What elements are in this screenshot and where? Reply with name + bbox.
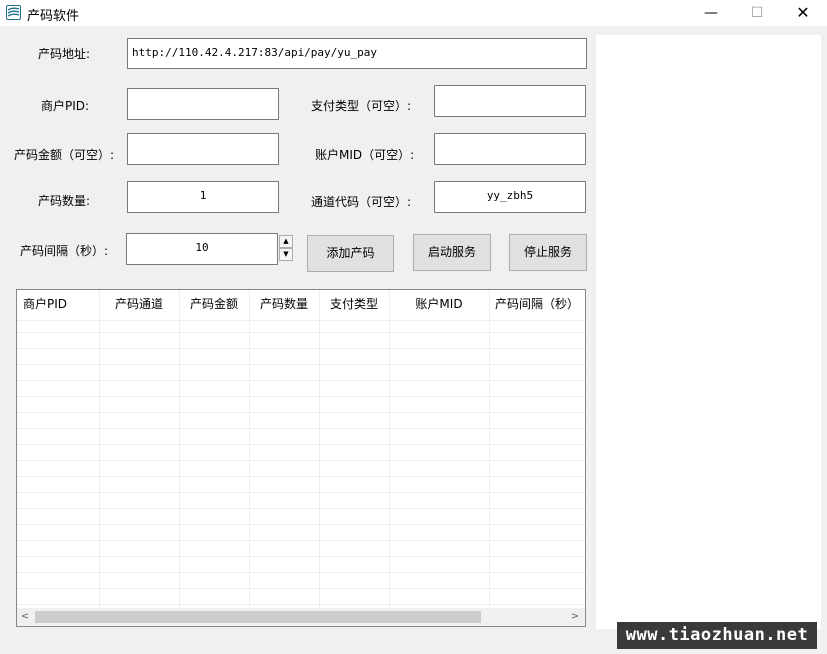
account-mid-input[interactable] [434,133,586,165]
minimize-button[interactable]: — [688,0,734,26]
stop-service-button[interactable]: 停止服务 [509,234,587,271]
account-mid-label: 账户MID（可空）: [315,148,415,162]
add-code-button[interactable]: 添加产码 [307,235,394,272]
main-window: 产码软件 — ☐ ✕ 产码地址: http://110.42.4.217:83/… [0,0,827,654]
stepper-down-icon[interactable]: ▼ [279,248,293,261]
channel-code-label: 通道代码（可空）: [311,195,412,209]
column-header-channel[interactable]: 产码通道 [99,290,179,320]
quantity-label: 产码数量: [38,194,91,208]
channel-code-input[interactable]: yy_zbh5 [434,181,586,213]
window-title: 产码软件 [27,9,80,24]
url-input[interactable]: http://110.42.4.217:83/api/pay/yu_pay [127,38,587,69]
column-header-quantity[interactable]: 产码数量 [249,290,319,320]
url-label: 产码地址: [38,47,91,61]
app-icon [6,5,21,20]
scroll-left-icon[interactable]: < [17,608,33,626]
column-header-amount[interactable]: 产码金额 [179,290,249,320]
amount-label: 产码金额（可空）: [14,148,115,162]
column-header-merchant-pid[interactable]: 商户PID [17,290,99,320]
amount-input[interactable] [127,133,279,165]
close-button[interactable]: ✕ [780,0,826,26]
pay-type-input[interactable] [434,85,586,117]
side-panel [596,35,821,629]
merchant-pid-label: 商户PID: [41,99,90,113]
column-header-interval[interactable]: 产码间隔（秒） [489,290,585,320]
interval-label: 产码间隔（秒）: [20,244,109,258]
start-service-button[interactable]: 启动服务 [413,234,491,271]
scrollbar-thumb[interactable] [35,611,481,623]
column-header-pay-type[interactable]: 支付类型 [319,290,389,320]
table-header: 商户PID 产码通道 产码金额 产码数量 支付类型 账户MID 产码间隔（秒） [17,290,585,320]
pay-type-label: 支付类型（可空）: [311,99,412,113]
column-header-account-mid[interactable]: 账户MID [389,290,489,320]
quantity-input[interactable]: 1 [127,181,279,213]
merchant-pid-input[interactable] [127,88,279,120]
interval-stepper[interactable]: 10 [126,233,278,265]
scroll-right-icon[interactable]: > [567,608,583,626]
horizontal-scrollbar[interactable]: < > [17,608,585,626]
code-list-table[interactable]: 商户PID 产码通道 产码金额 产码数量 支付类型 账户MID 产码间隔（秒） [16,289,586,627]
maximize-button[interactable]: ☐ [734,0,780,26]
watermark: www.tiaozhuan.net [617,622,817,649]
stepper-up-icon[interactable]: ▲ [279,235,293,248]
title-bar: 产码软件 — ☐ ✕ [0,0,827,26]
